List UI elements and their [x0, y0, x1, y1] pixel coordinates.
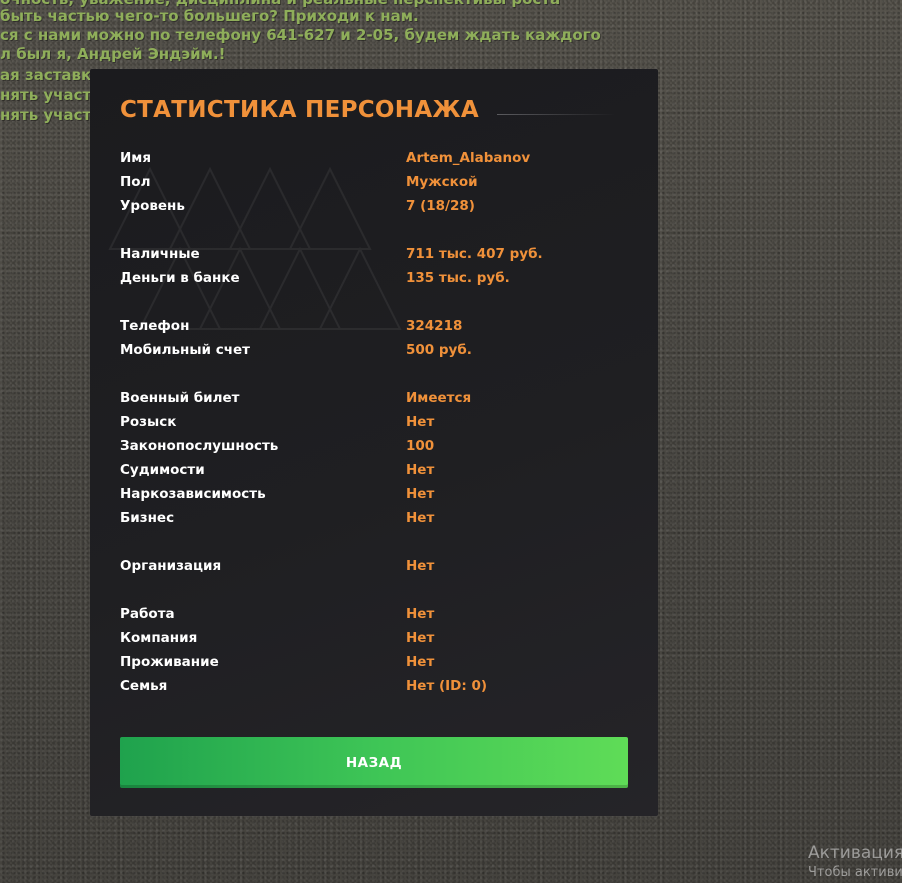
- stat-label: Законопослушность: [120, 438, 279, 454]
- stat-label: Организация: [120, 558, 222, 574]
- activation-watermark-title: Активация: [808, 843, 902, 863]
- chat-line: ая заставка: [0, 66, 102, 84]
- stat-value: Нет: [406, 606, 435, 622]
- stat-label: Деньги в банке: [120, 270, 240, 286]
- stat-label: Военный билет: [120, 390, 240, 406]
- stat-value: Имеется: [406, 390, 472, 406]
- stat-row-mobile-balance: Мобильный счет 500 руб.: [120, 342, 620, 364]
- stat-value: 324218: [406, 318, 463, 334]
- title-divider: [497, 114, 616, 115]
- back-button[interactable]: НАЗАД: [120, 737, 628, 788]
- stat-row-company: Компания Нет: [120, 630, 620, 652]
- stat-label: Наличные: [120, 246, 200, 262]
- dialog-header: СТАТИСТИКА ПЕРСОНАЖА: [120, 97, 628, 131]
- stat-row-job: Работа Нет: [120, 606, 620, 628]
- stat-label: Компания: [120, 630, 198, 646]
- stat-value: 100: [406, 438, 435, 454]
- stat-label: Проживание: [120, 654, 219, 670]
- stat-row-convictions: Судимости Нет: [120, 462, 620, 484]
- stat-row-business: Бизнес Нет: [120, 510, 620, 532]
- stat-value: Нет: [406, 414, 435, 430]
- chat-line: л был я, Андрей Эндэйм.!: [0, 45, 226, 63]
- chat-line: быть частью чего-то большего? Приходи к …: [0, 7, 419, 25]
- stat-value: Нет: [406, 486, 435, 502]
- stat-row-level: Уровень 7 (18/28): [120, 198, 620, 220]
- stat-row-addiction: Наркозависимость Нет: [120, 486, 620, 508]
- stat-row-phone: Телефон 324218: [120, 318, 620, 340]
- activation-watermark-subtitle: Чтобы активи: [808, 865, 902, 880]
- stat-label: Бизнес: [120, 510, 175, 526]
- chat-line: ся с нами можно по телефону 641-627 и 2-…: [0, 26, 601, 44]
- character-stats-dialog: СТАТИСТИКА ПЕРСОНАЖА Имя Artem_Alabanov …: [90, 69, 658, 816]
- stat-row-wanted: Розыск Нет: [120, 414, 620, 436]
- stat-value: Нет: [406, 654, 435, 670]
- stat-value: Нет: [406, 630, 435, 646]
- stat-value: Artem_Alabanov: [406, 150, 531, 166]
- stat-row-law-abiding: Законопослушность 100: [120, 438, 620, 460]
- chat-line: нять участ: [0, 86, 92, 104]
- stat-row-name: Имя Artem_Alabanov: [120, 150, 620, 172]
- chat-line: нять участ: [0, 106, 92, 124]
- stat-value: Нет (ID: 0): [406, 678, 488, 694]
- stat-label: Судимости: [120, 462, 205, 478]
- stat-label: Розыск: [120, 414, 177, 430]
- stat-value: 500 руб.: [406, 342, 472, 358]
- stat-row-bank: Деньги в банке 135 тыс. руб.: [120, 270, 620, 292]
- stat-value: 7 (18/28): [406, 198, 475, 214]
- stat-row-cash: Наличные 711 тыс. 407 руб.: [120, 246, 620, 268]
- stat-row-gender: Пол Мужской: [120, 174, 620, 196]
- stat-value: Нет: [406, 510, 435, 526]
- dialog-title: СТАТИСТИКА ПЕРСОНАЖА: [120, 97, 479, 123]
- stat-value: 135 тыс. руб.: [406, 270, 510, 286]
- stat-label: Наркозависимость: [120, 486, 266, 502]
- stat-label: Мобильный счет: [120, 342, 250, 358]
- stat-label: Пол: [120, 174, 151, 190]
- stat-row-residence: Проживание Нет: [120, 654, 620, 676]
- stat-label: Уровень: [120, 198, 185, 214]
- stat-row-organization: Организация Нет: [120, 558, 620, 580]
- stat-value: 711 тыс. 407 руб.: [406, 246, 543, 262]
- stat-label: Телефон: [120, 318, 190, 334]
- stat-value: Мужской: [406, 174, 478, 190]
- stat-label: Семья: [120, 678, 168, 694]
- stat-value: Нет: [406, 558, 435, 574]
- stat-value: Нет: [406, 462, 435, 478]
- stat-row-family: Семья Нет (ID: 0): [120, 678, 620, 700]
- stat-label: Работа: [120, 606, 175, 622]
- stat-row-military-id: Военный билет Имеется: [120, 390, 620, 412]
- stat-label: Имя: [120, 150, 152, 166]
